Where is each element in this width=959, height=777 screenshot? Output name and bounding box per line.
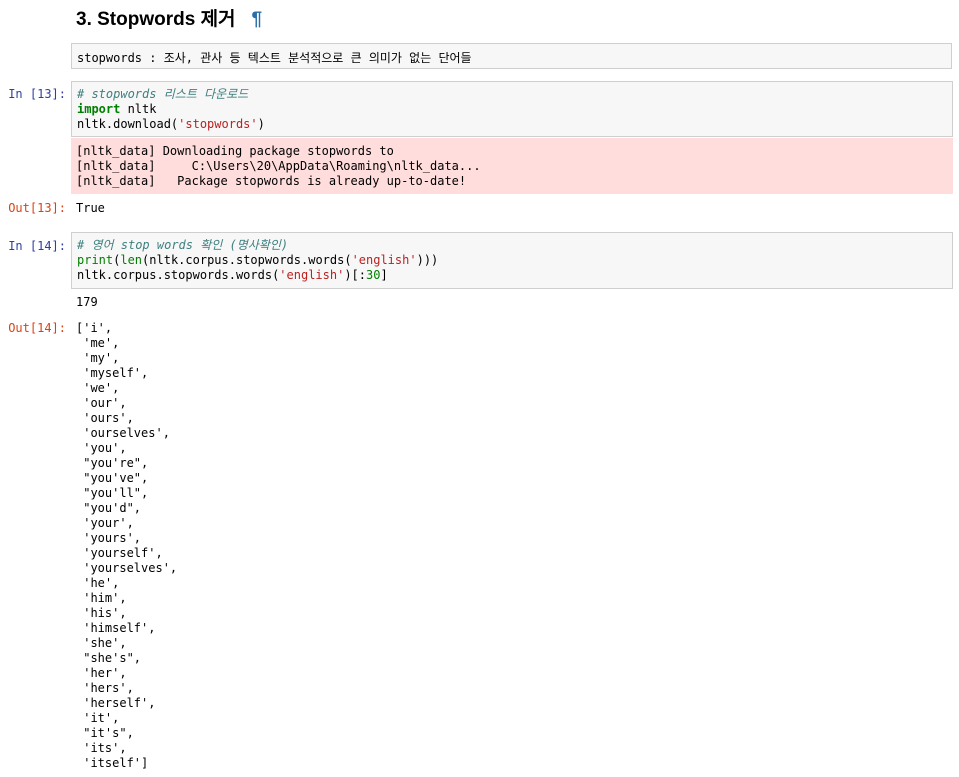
output-list-item: 'we',	[76, 381, 120, 395]
output-list-item: 'your',	[76, 516, 134, 530]
code-line: import nltk	[77, 102, 156, 117]
string-literal: 'english'	[351, 253, 417, 267]
output-list-item: 'me',	[76, 336, 120, 350]
code-text: )))	[416, 253, 439, 267]
output-list-item: 'our',	[76, 396, 127, 410]
output-list-item: "you've",	[76, 471, 149, 485]
section-heading: 3. Stopwords 제거 ¶	[76, 4, 263, 30]
output-list-item: "it's",	[76, 726, 134, 740]
output-list-item: 'you',	[76, 441, 127, 455]
output-list-item: "you're",	[76, 456, 149, 470]
output-list-item: 'myself',	[76, 366, 149, 380]
stderr-line: [nltk_data] Downloading package stopword…	[76, 144, 394, 158]
code-line: print(len(nltk.corpus.stopwords.words('e…	[77, 253, 438, 268]
stderr-line: [nltk_data] Package stopwords is already…	[76, 174, 467, 188]
code-text: )	[257, 117, 265, 131]
output-list-item: 'ours',	[76, 411, 134, 425]
code-text: (nltk.corpus.stopwords.words(	[142, 253, 352, 267]
stderr-line: [nltk_data] C:\Users\20\AppData\Roaming\…	[76, 159, 481, 173]
code-text: nltk.corpus.stopwords.words(	[77, 268, 280, 282]
output-list-item: 'him',	[76, 591, 127, 605]
heading-title: 3. Stopwords 제거	[76, 9, 236, 30]
stderr-output: [nltk_data] Downloading package stopword…	[71, 138, 953, 194]
output-list-item: 'he',	[76, 576, 120, 590]
anchor-link-icon[interactable]: ¶	[252, 9, 263, 30]
code-cell-13[interactable]: # stopwords 리스트 다운로드 import nltk nltk.do…	[71, 81, 953, 137]
output-list-item: 'my',	[76, 351, 120, 365]
code-text: nltk.download(	[77, 117, 179, 131]
code-comment: # stopwords 리스트 다운로드	[77, 87, 249, 101]
number-literal: 30	[366, 268, 381, 282]
output-list-item: 'himself',	[76, 621, 156, 635]
string-literal: 'english'	[279, 268, 345, 282]
output-list-item: 'yourselves',	[76, 561, 178, 575]
output-list-item: 'her',	[76, 666, 127, 680]
in-prompt-13: In [13]:	[8, 87, 66, 101]
code-text: )[:	[344, 268, 367, 282]
in-prompt-14: In [14]:	[8, 239, 66, 253]
output-list-item: ['i',	[76, 321, 113, 335]
builtin-print: print	[77, 253, 114, 267]
stdout-14: 179	[76, 295, 98, 309]
output-list-item: 'she',	[76, 636, 127, 650]
output-list-item: "she's",	[76, 651, 142, 665]
output-list-item: 'hers',	[76, 681, 134, 695]
output-list-item: 'ourselves',	[76, 426, 170, 440]
code-line: nltk.corpus.stopwords.words('english')[:…	[77, 268, 388, 283]
builtin-len: len	[120, 253, 143, 267]
keyword-import: import	[77, 102, 121, 116]
output-list-item: 'itself']	[76, 756, 149, 770]
code-comment: # 영어 stop words 확인 (명사확인)	[77, 238, 289, 252]
string-literal: 'stopwords'	[178, 117, 258, 131]
output-list-item: "you'd",	[76, 501, 142, 515]
output-list-item: 'it',	[76, 711, 120, 725]
code-text: ]	[380, 268, 388, 282]
out-prompt-14: Out[14]:	[8, 321, 66, 335]
code-line: # 영어 stop words 확인 (명사확인)	[77, 238, 288, 253]
code-line: # stopwords 리스트 다운로드	[77, 87, 248, 102]
markdown-text: stopwords : 조사, 관사 등 텍스트 분석적으로 큰 의미가 없는 …	[77, 51, 472, 65]
output-list-item: 'yourself',	[76, 546, 163, 560]
markdown-cell[interactable]: stopwords : 조사, 관사 등 텍스트 분석적으로 큰 의미가 없는 …	[71, 43, 952, 69]
output-list-item: 'his',	[76, 606, 127, 620]
code-line: nltk.download('stopwords')	[77, 117, 265, 132]
output-list-item: "you'll",	[76, 486, 149, 500]
out-prompt-13: Out[13]:	[8, 201, 66, 215]
code-cell-14[interactable]: # 영어 stop words 확인 (명사확인) print(len(nltk…	[71, 232, 953, 289]
output-list-item: 'yours',	[76, 531, 142, 545]
output-value-13: True	[76, 201, 105, 215]
module-name: nltk	[120, 102, 157, 116]
output-list-item: 'herself',	[76, 696, 156, 710]
output-list-item: 'its',	[76, 741, 127, 755]
